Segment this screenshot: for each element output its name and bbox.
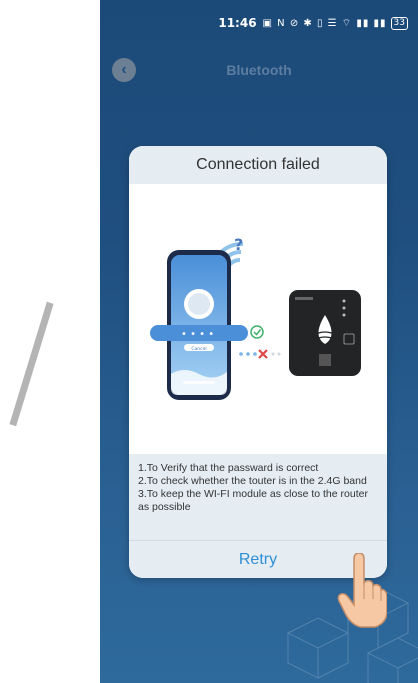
note-1: 1.To Verify that the passward is correct xyxy=(138,462,319,474)
svg-text:?: ? xyxy=(234,235,243,254)
x-icon xyxy=(258,349,268,359)
router-device xyxy=(289,290,361,376)
connection-illustration: ? Cancel • • • • xyxy=(129,184,387,454)
troubleshooting-notes: 1.To Verify that the passward is correct… xyxy=(129,454,387,540)
connection-failed-dialog: Connection failed ? Cancel • • • • 1.To … xyxy=(129,146,387,578)
divider-bar xyxy=(9,301,54,427)
note-3: 3.To keep the WI-FI module as close to t… xyxy=(138,488,368,513)
status-time: 11:46 xyxy=(218,16,257,30)
battery-icon: 33 xyxy=(390,16,408,30)
status-bar: 11:46 ▣ N ⊘ ✱ ▯ ☰ ⌔ ▮▮ ▮▮ 33 xyxy=(100,0,418,46)
check-icon xyxy=(250,325,264,339)
pointing-hand-icon xyxy=(337,553,387,628)
dialog-title: Connection failed xyxy=(129,146,387,184)
phone-screen: 11:46 ▣ N ⊘ ✱ ▯ ☰ ⌔ ▮▮ ▮▮ 33 ‹ Bluetooth… xyxy=(100,0,418,683)
svg-text:Cancel: Cancel xyxy=(191,346,206,352)
status-icons: ▣ N ⊘ ✱ ▯ ☰ ⌔ ▮▮ ▮▮ xyxy=(262,17,387,29)
note-2: 2.To check whether the touter is in the … xyxy=(138,475,367,487)
password-mask: • • • • xyxy=(181,329,214,340)
screen-title: Bluetooth xyxy=(226,62,292,78)
